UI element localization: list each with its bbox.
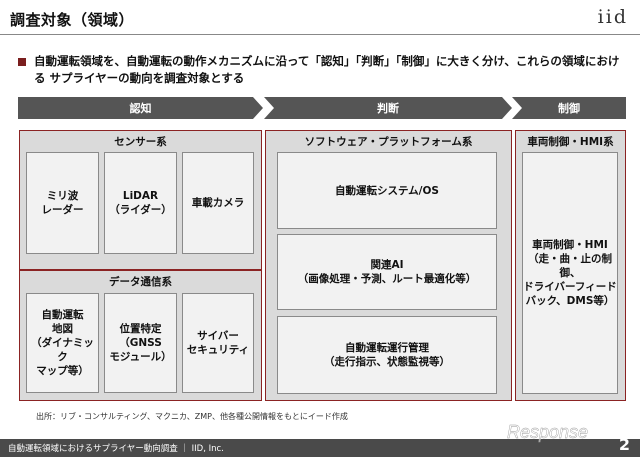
- response-watermark-logo: Response: [507, 422, 588, 442]
- sensor-group: センサー系 ミリ波 レーダー LiDAR （ライダー） 車載カメラ: [19, 130, 262, 270]
- item-label: LiDAR （ライダー）: [109, 190, 172, 216]
- vehicle-control-group: 車両制御・HMI系 車両制御・HMI （走・曲・止の制御、 ドライバーフィード …: [515, 130, 626, 401]
- item-label: ミリ波 レーダー: [41, 190, 84, 216]
- item-label: 自動運転システム/OS: [334, 184, 439, 197]
- item-label: 関連AI （画像処理・予測、ルート最適化等）: [297, 259, 477, 285]
- item-operation-management: 自動運転運行管理 （走行指示、状態監視等）: [277, 316, 497, 394]
- footer-text: 自動運転領域におけるサプライヤー動向調査 ｜ IID, Inc.: [8, 444, 224, 454]
- item-positioning: 位置特定 （GNSS モジュール）: [104, 293, 177, 393]
- item-cyber-security: サイバー セキュリティ: [182, 293, 254, 393]
- item-autonomous-os: 自動運転システム/OS: [277, 152, 497, 229]
- item-millimeter-radar: ミリ波 レーダー: [26, 152, 99, 254]
- item-label: 車載カメラ: [191, 197, 245, 209]
- item-label: 自動運転 地図 （ダイナミック マップ等）: [31, 309, 94, 377]
- item-related-ai: 関連AI （画像処理・予測、ルート最適化等）: [277, 234, 497, 310]
- phase-control-arrow: 制御: [512, 97, 626, 119]
- item-label: 自動運転運行管理 （走行指示、状態監視等）: [324, 342, 450, 368]
- title-divider: [0, 34, 640, 35]
- item-label: サイバー セキュリティ: [186, 330, 250, 356]
- software-platform-group: ソフトウェア・プラットフォーム系 自動運転システム/OS 関連AI （画像処理・…: [265, 130, 512, 401]
- group-title: データ通信系: [109, 276, 172, 288]
- item-label: 位置特定 （GNSS モジュール）: [109, 323, 172, 363]
- group-title: ソフトウェア・プラットフォーム系: [304, 136, 473, 148]
- source-note: 出所：リブ・コンサルティング、マクニカ、ZMP、他各種公開情報をもとにイード作成: [36, 412, 348, 421]
- slide-title: 調査対象（領域）: [10, 11, 135, 29]
- item-vehicle-control-hmi: 車両制御・HMI （走・曲・止の制御、 ドライバーフィード バック、DMS等）: [522, 152, 618, 394]
- group-title: センサー系: [114, 136, 167, 148]
- item-lidar: LiDAR （ライダー）: [104, 152, 177, 254]
- intro-text: 自動運転領域を、自動運転の動作メカニズムに沿って「認知」「判断」「制御」に大きく…: [34, 54, 620, 85]
- phase-cognition-arrow: 認知: [18, 97, 263, 119]
- item-onboard-camera: 車載カメラ: [182, 152, 254, 254]
- phase-judgment-arrow: 判断: [264, 97, 512, 119]
- watermark-text: Response: [507, 422, 588, 442]
- bullet-square-icon: [18, 58, 26, 66]
- data-communication-group: データ通信系 自動運転 地図 （ダイナミック マップ等） 位置特定 （GNSS …: [19, 270, 262, 401]
- page-number: 2: [618, 435, 630, 454]
- company-logo: iid: [597, 6, 628, 28]
- item-autonomous-map: 自動運転 地図 （ダイナミック マップ等）: [26, 293, 99, 393]
- group-title: 車両制御・HMI系: [527, 136, 614, 148]
- item-label: 車両制御・HMI （走・曲・止の制御、 ドライバーフィード バック、DMS等）: [523, 239, 617, 307]
